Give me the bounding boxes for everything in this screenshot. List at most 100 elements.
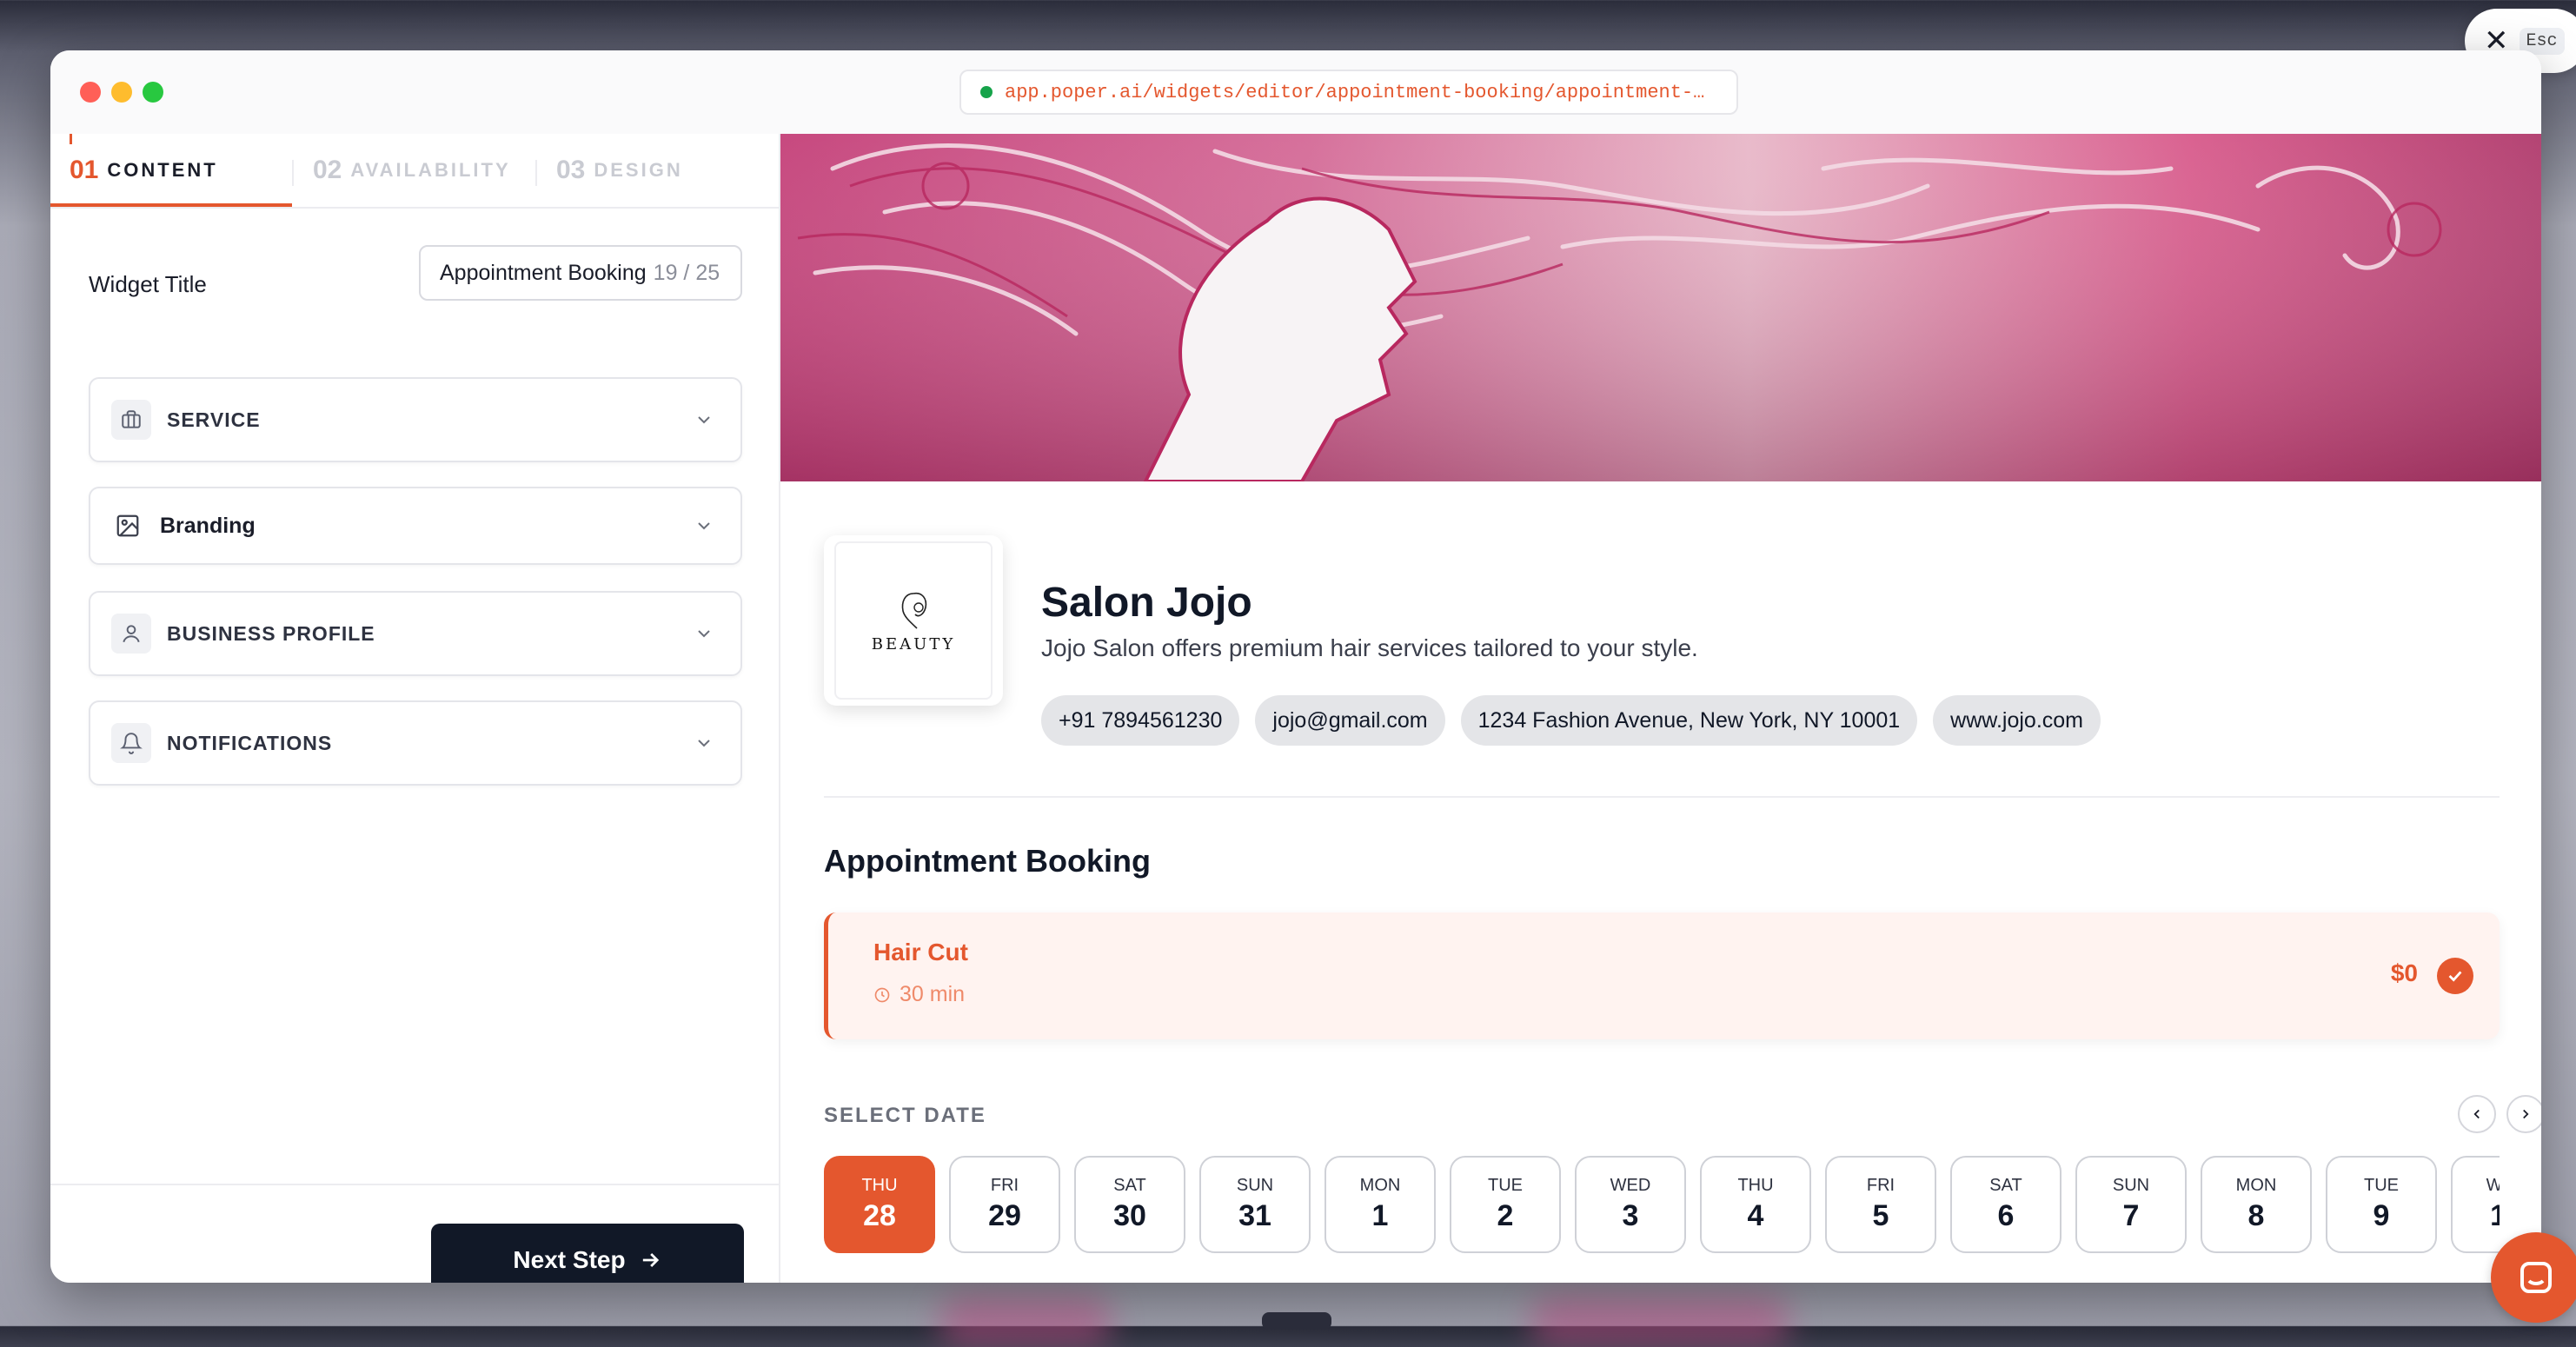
chevron-down-icon: [698, 630, 710, 638]
user-icon: [111, 614, 151, 654]
date-chip[interactable]: THU 28: [824, 1156, 935, 1253]
date-day-number: 28: [863, 1199, 896, 1232]
section-label: NOTIFICATIONS: [167, 731, 333, 754]
date-row: THU 28 FRI 29 SAT 30 SUN 31 MON 1 TUE 2 WED 3 THU 4 FRI 5…: [824, 1156, 2500, 1253]
profile-divider: [824, 796, 2500, 798]
tab-content[interactable]: 01 CONTENT: [70, 134, 218, 207]
active-tab-underline: [50, 203, 292, 207]
next-step-button[interactable]: Next Step: [431, 1224, 744, 1283]
date-weekday: SUN: [1236, 1176, 1274, 1195]
character-counter: 19 / 25: [653, 260, 720, 285]
date-chip[interactable]: THU 4: [1700, 1156, 1811, 1253]
maximize-window-dot[interactable]: [143, 82, 163, 103]
service-price: $0: [2390, 959, 2418, 986]
date-weekday: TUE: [1488, 1176, 1523, 1195]
date-day-number: 5: [1872, 1199, 1889, 1232]
bell-icon: [111, 723, 151, 763]
arrow-right-icon: [642, 1253, 659, 1267]
section-label: SERVICE: [167, 408, 261, 431]
tab-divider: [535, 160, 537, 186]
service-duration: 30 min: [900, 982, 966, 1006]
logo-text: BEAUTY: [871, 634, 956, 654]
previous-dates-button[interactable]: [2458, 1095, 2496, 1133]
date-day-number: 7: [2122, 1199, 2140, 1232]
minimize-window-dot[interactable]: [111, 82, 132, 103]
secure-status-dot: [980, 86, 993, 98]
salon-banner-image: [780, 134, 2541, 481]
widget-title-value: Appointment Booking: [440, 260, 647, 285]
email-pill[interactable]: jojo@gmail.com: [1255, 695, 1445, 746]
widget-title-label: Widget Title: [89, 271, 207, 297]
backdrop-blob: [1530, 1295, 1790, 1347]
footer-divider: [50, 1184, 779, 1185]
tab-label: DESIGN: [594, 159, 683, 181]
date-day-number: 8: [2247, 1199, 2265, 1232]
briefcase-icon: [111, 400, 151, 440]
widget-preview: BEAUTY Salon Jojo Jojo Salon offers prem…: [780, 134, 2541, 1283]
date-day-number: 31: [1238, 1199, 1271, 1232]
service-name: Hair Cut: [873, 939, 968, 965]
section-service[interactable]: SERVICE: [89, 377, 742, 462]
date-day-number: 4: [1747, 1199, 1764, 1232]
date-day-number: 29: [988, 1199, 1021, 1232]
date-day-number: 10: [2490, 1199, 2500, 1232]
date-chip[interactable]: SUN 31: [1199, 1156, 1311, 1253]
website-pill[interactable]: www.jojo.com: [1933, 695, 2101, 746]
phone-pill[interactable]: +91 7894561230: [1041, 695, 1240, 746]
editor-panel: 01 CONTENT 02 AVAILABILITY 03 DESIGN Wid…: [50, 134, 780, 1283]
date-chip[interactable]: FRI 5: [1825, 1156, 1936, 1253]
browser-window: app.poper.ai/widgets/editor/appointment-…: [50, 50, 2541, 1283]
close-window-dot[interactable]: [80, 82, 101, 103]
date-weekday: MON: [1359, 1176, 1401, 1195]
next-dates-button[interactable]: [2506, 1095, 2541, 1133]
service-duration-row: 30 min: [873, 982, 965, 1007]
chat-icon: [2520, 1262, 2552, 1293]
chevron-right-icon: [2523, 1109, 2529, 1119]
chat-support-button[interactable]: [2491, 1232, 2576, 1323]
tab-label: AVAILABILITY: [350, 159, 511, 181]
date-chip[interactable]: SAT 30: [1074, 1156, 1185, 1253]
tab-number: 03: [556, 156, 586, 184]
date-weekday: SAT: [1113, 1176, 1146, 1195]
date-day-number: 30: [1113, 1199, 1146, 1232]
date-day-number: 9: [2373, 1199, 2390, 1232]
business-logo: BEAUTY: [824, 535, 1003, 706]
tab-design[interactable]: 03 DESIGN: [556, 134, 683, 207]
date-chip[interactable]: WED 3: [1575, 1156, 1686, 1253]
date-day-number: 6: [1997, 1199, 2015, 1232]
tab-divider: [292, 160, 294, 186]
date-chip[interactable]: WED 10: [2451, 1156, 2500, 1253]
date-weekday: TUE: [2364, 1176, 2399, 1195]
contact-pills: +91 7894561230 jojo@gmail.com 1234 Fashi…: [1041, 695, 2101, 746]
clock-icon: [874, 987, 890, 1002]
date-chip[interactable]: MON 8: [2201, 1156, 2312, 1253]
section-label: BUSINESS PROFILE: [167, 621, 375, 645]
hair-illustration: [780, 134, 2541, 481]
step-tabs: 01 CONTENT 02 AVAILABILITY 03 DESIGN: [50, 134, 779, 209]
tab-availability[interactable]: 02 AVAILABILITY: [313, 134, 511, 207]
date-day-number: 1: [1371, 1199, 1389, 1232]
date-chip[interactable]: MON 1: [1325, 1156, 1436, 1253]
date-chip[interactable]: FRI 29: [949, 1156, 1060, 1253]
section-business-profile[interactable]: BUSINESS PROFILE: [89, 591, 742, 676]
date-chip[interactable]: SAT 6: [1950, 1156, 2061, 1253]
date-day-number: 2: [1497, 1199, 1514, 1232]
business-description: Jojo Salon offers premium hair services …: [1041, 634, 1698, 661]
date-weekday: THU: [1737, 1176, 1774, 1195]
section-branding[interactable]: Branding: [89, 487, 742, 565]
date-strip: THU 28 FRI 29 SAT 30 SUN 31 MON 1 TUE 2 WED 3 THU 4 FRI 5…: [824, 1156, 2500, 1255]
chevron-down-icon: [698, 740, 710, 747]
date-chip[interactable]: TUE 2: [1450, 1156, 1561, 1253]
address-bar[interactable]: app.poper.ai/widgets/editor/appointment-…: [959, 70, 1738, 115]
section-notifications[interactable]: NOTIFICATIONS: [89, 700, 742, 786]
tab-number: 01: [70, 156, 99, 184]
service-option-card[interactable]: Hair Cut 30 min $0: [824, 912, 2500, 1039]
business-name: Salon Jojo: [1041, 580, 1252, 626]
address-pill[interactable]: 1234 Fashion Avenue, New York, NY 10001: [1460, 695, 1918, 746]
date-weekday: THU: [861, 1176, 898, 1195]
date-chip[interactable]: TUE 9: [2326, 1156, 2437, 1253]
logo-frame: BEAUTY: [834, 541, 993, 700]
date-chip[interactable]: SUN 7: [2075, 1156, 2187, 1253]
bottom-handle: [1262, 1312, 1331, 1330]
widget-title-input[interactable]: Appointment Booking 19 / 25: [419, 245, 742, 301]
